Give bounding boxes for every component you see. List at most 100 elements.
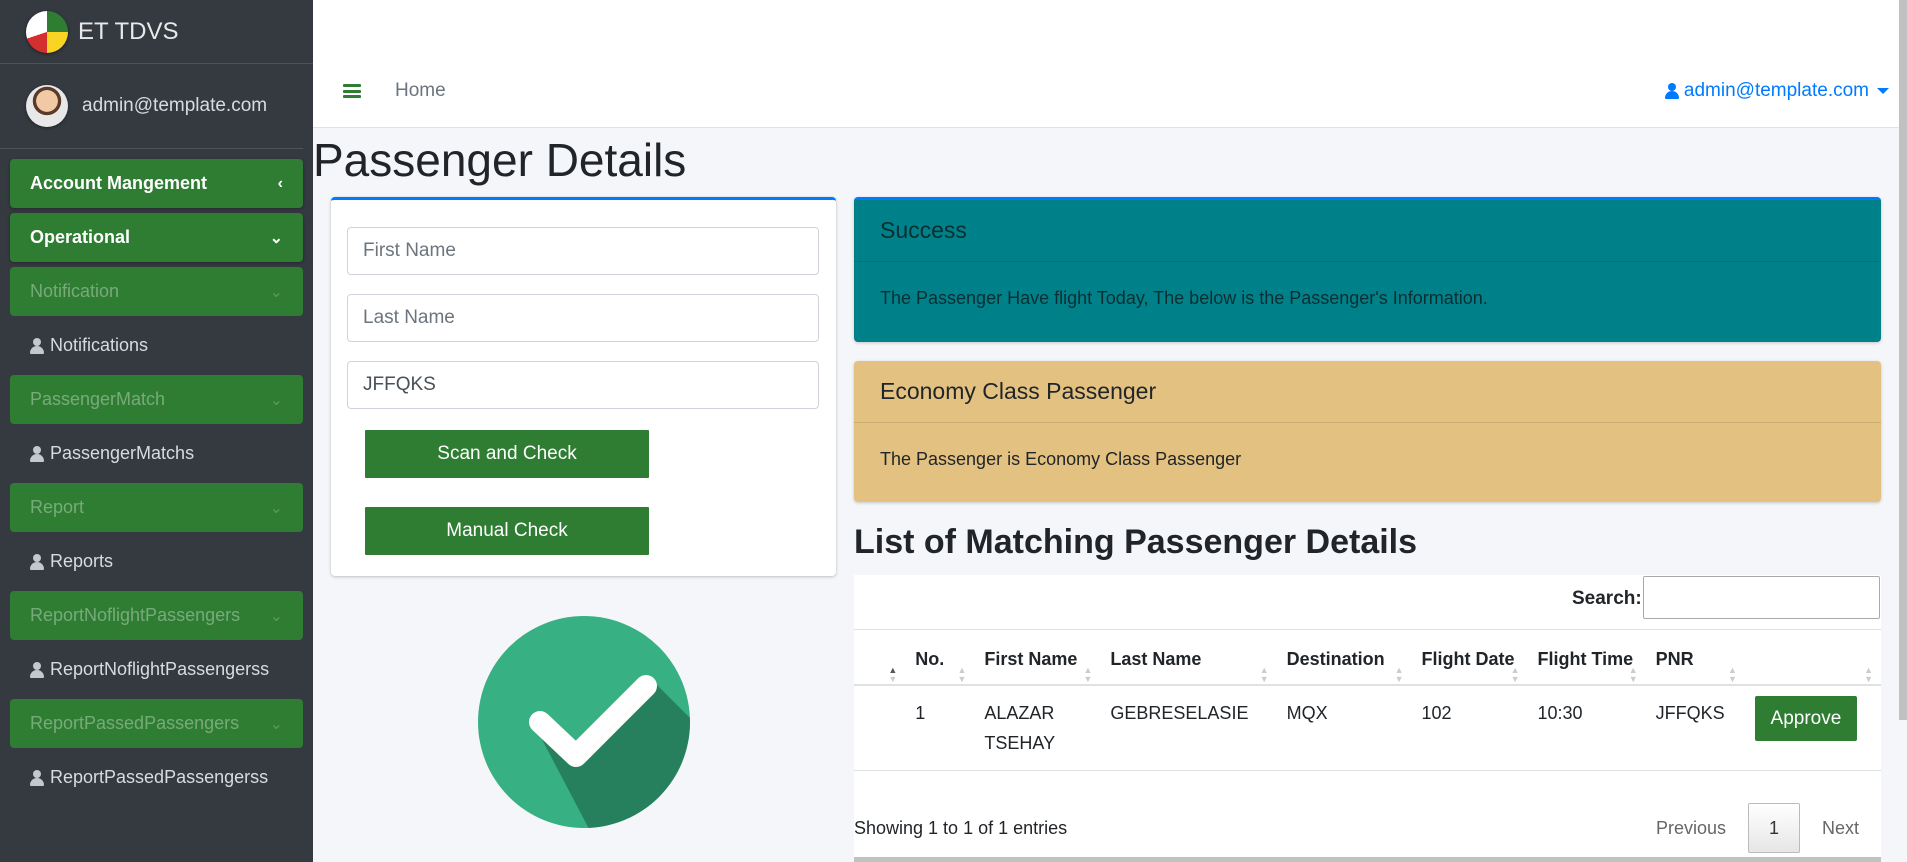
sort-icon: ▲ ▼ [1728, 665, 1737, 684]
sidebar-item-reportnoflightpassengerss[interactable]: ReportNoflightPassengerss [10, 645, 303, 694]
sidebar-item-label: Account Mangement [30, 173, 208, 193]
column-header[interactable]: Last Name ▲ ▼ [1100, 629, 1277, 686]
table-header-row: ▲ ▼ No. ▲ ▼ First Name ▲ ▼ Last Name ▲ ▼ Destinatio… [854, 629, 1881, 686]
sidebar-item-label: Notifications [50, 335, 149, 355]
sort-icon: ▲ ▼ [1259, 665, 1269, 684]
column-header-label: First Name [984, 649, 1078, 669]
chevron-down-icon: ⌄ [269, 715, 283, 733]
search-card: Scan and Check Manual Check [331, 197, 836, 576]
sidebar-menu: Account Mangement ‹ Operational ⌄ Notificati… [0, 149, 313, 802]
sidebar: ET TDVS admin@template.com Account Mange… [0, 0, 313, 862]
sidebar-item-reportpassedpassengers[interactable]: ReportPassedPassengers ⌄ [10, 699, 303, 748]
column-header[interactable]: No. ▲ ▼ [905, 629, 975, 686]
user-icon [30, 445, 44, 462]
column-header-label: Destination [1286, 649, 1385, 669]
sidebar-item-report[interactable]: Report ⌄ [10, 483, 303, 532]
pnr-input[interactable] [347, 361, 819, 409]
sort-icon: ▲ ▼ [1394, 665, 1404, 684]
sidebar-item-account mangement[interactable]: Account Mangement ‹ [10, 159, 303, 208]
table-search-input[interactable] [1643, 576, 1880, 619]
horizontal-scrollbar[interactable] [854, 857, 1881, 862]
table-row[interactable]: 1 ALAZAR TSEHAY GEBRESELASIE MQX 102 10:30 JFF… [854, 685, 1881, 771]
table-cell-first: ALAZAR TSEHAY [974, 685, 1101, 771]
column-header[interactable]: First Name ▲ ▼ [974, 629, 1101, 686]
passenger-table: ▲ ▼ No. ▲ ▼ First Name ▲ ▼ Last Name ▲ ▼ Destinatio… [854, 629, 1881, 771]
approve-button[interactable]: Approve [1754, 696, 1857, 741]
chevron-down-icon: ⌄ [269, 391, 283, 409]
brand-logo [26, 10, 68, 53]
first-name-input[interactable] [347, 227, 819, 275]
sidebar-item-notification[interactable]: Notification ⌄ [10, 267, 303, 316]
table-cell-action: Approve [1744, 685, 1881, 771]
caret-down-icon [1877, 88, 1889, 94]
column-header[interactable]: Destination ▲ ▼ [1276, 629, 1412, 686]
brand[interactable]: ET TDVS [0, 0, 313, 64]
sidebar-item-label: Report [30, 497, 85, 517]
sidebar-item-label: ReportNoflightPassengerss [50, 659, 270, 679]
table-cell-date: 102 [1411, 685, 1528, 771]
column-header[interactable]: PNR ▲ ▼ [1645, 629, 1745, 686]
class-alert: Economy Class Passenger The Passenger is… [854, 361, 1881, 502]
next-page-button[interactable]: Next [1800, 803, 1881, 853]
user-icon [30, 769, 44, 786]
user-icon [1664, 83, 1679, 99]
search-label: Search: [1572, 588, 1642, 609]
success-check-icon [478, 616, 690, 828]
sidebar-item-label: Operational [30, 227, 131, 247]
sidebar-item-label: ReportNoflightPassengers [30, 605, 241, 625]
chevron-down-icon: ⌄ [269, 499, 283, 517]
pagination: Previous 1 Next [1634, 803, 1881, 853]
class-alert-title: Economy Class Passenger [854, 361, 1881, 423]
nav-home-link[interactable]: Home [395, 80, 446, 102]
user-panel[interactable]: admin@template.com [0, 64, 303, 149]
sidebar-item-passengermatchs[interactable]: PassengerMatchs [10, 429, 303, 478]
column-header-label: PNR [1655, 649, 1694, 669]
nav-user-label: admin@template.com [1683, 80, 1869, 101]
table-body: 1 ALAZAR TSEHAY GEBRESELASIE MQX 102 10:30 JFF… [854, 685, 1881, 771]
sort-icon: ▲ ▼ [1510, 665, 1520, 684]
sidebar-item-reportnoflightpassengers[interactable]: ReportNoflightPassengers ⌄ [10, 591, 303, 640]
user-icon [30, 661, 44, 678]
vertical-scrollbar[interactable] [1899, 0, 1907, 720]
sidebar-item-label: ReportPassedPassengerss [50, 767, 269, 787]
current-page-button[interactable]: 1 [1747, 803, 1800, 853]
user-icon [30, 337, 44, 354]
sort-icon: ▲ ▼ [1864, 665, 1873, 684]
success-alert: Success The Passenger Have flight Today,… [854, 197, 1881, 342]
passenger-table-card: Search: ▲ ▼ No. ▲ ▼ First Name ▲ ▼ Last Name ▲ ▼ De… [854, 575, 1881, 862]
column-header[interactable]: ▲ ▼ [1744, 629, 1881, 686]
sidebar-item-label: Notification [30, 281, 120, 301]
column-header-label: Flight Time [1537, 649, 1634, 669]
previous-page-button[interactable]: Previous [1634, 803, 1748, 853]
avatar [26, 85, 68, 127]
sidebar-item-reports[interactable]: Reports [10, 537, 303, 586]
user-icon [30, 553, 44, 570]
table-cell-pnr: JFFQKS [1645, 685, 1745, 771]
sort-icon: ▲ ▼ [888, 665, 898, 684]
chevron-left-icon: ‹ [277, 174, 283, 192]
nav-user-dropdown[interactable]: admin@template.com [1664, 80, 1889, 102]
column-header-label: Last Name [1110, 649, 1202, 669]
table-info: Showing 1 to 1 of 1 entries [854, 818, 1068, 838]
column-header-label: Flight Date [1421, 649, 1515, 669]
last-name-input[interactable] [347, 294, 819, 342]
scan-and-check-button[interactable]: Scan and Check [365, 430, 649, 478]
table-cell [854, 685, 906, 771]
sidebar-item-operational[interactable]: Operational ⌄ [10, 213, 303, 262]
sidebar-item-passengermatch[interactable]: PassengerMatch ⌄ [10, 375, 303, 424]
column-header[interactable]: ▲ ▼ [854, 629, 906, 686]
top-bar [313, 0, 1907, 55]
table-cell-time: 10:30 [1527, 685, 1646, 771]
list-title: List of Matching Passenger Details [854, 523, 1418, 561]
brand-title: ET TDVS [78, 17, 179, 45]
class-alert-body: The Passenger is Economy Class Passenger [880, 449, 1242, 469]
sidebar-item-notifications[interactable]: Notifications [10, 321, 303, 370]
column-header[interactable]: Flight Time ▲ ▼ [1527, 629, 1646, 686]
chevron-down-icon: ⌄ [269, 283, 283, 301]
hamburger-menu-icon[interactable] [343, 84, 361, 98]
chevron-down-icon: ⌄ [269, 229, 283, 247]
column-header[interactable]: Flight Date ▲ ▼ [1411, 629, 1528, 686]
manual-check-button[interactable]: Manual Check [365, 507, 649, 555]
sidebar-item-reportpassedpassengerss[interactable]: ReportPassedPassengerss [10, 753, 303, 802]
user-name: admin@template.com [82, 95, 268, 116]
